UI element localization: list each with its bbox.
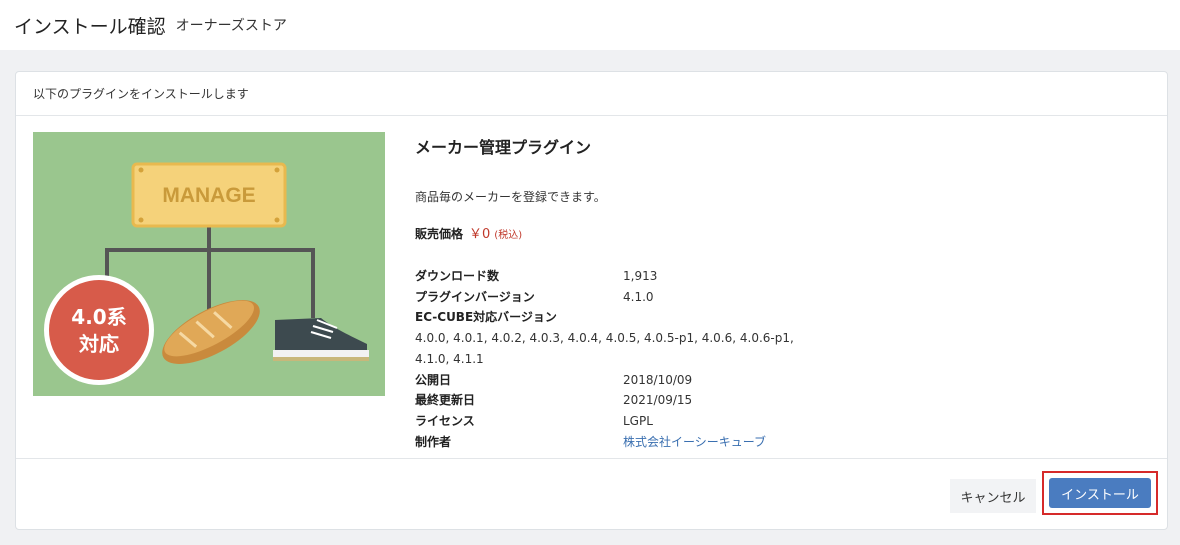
price-label: 販売価格 xyxy=(415,227,464,241)
card-heading: 以下のプラグインをインストールします xyxy=(16,72,1167,116)
plugin-info: メーカー管理プラグイン 商品毎のメーカーを登録できます。 販売価格 ￥0 (税込… xyxy=(415,134,835,452)
spec-row-eccube: EC-CUBE対応バージョン xyxy=(415,307,835,328)
author-link[interactable]: 株式会社イーシーキューブ xyxy=(623,432,766,453)
spec-row-updated: 最終更新日 2021/09/15 xyxy=(415,390,835,411)
version-badge xyxy=(49,280,149,380)
version-label: プラグインバージョン xyxy=(415,289,535,304)
plugin-name: メーカー管理プラグイン xyxy=(415,138,592,157)
eccube-versions-line1: 4.0.0, 4.0.1, 4.0.2, 4.0.3, 4.0.4, 4.0.5… xyxy=(415,331,794,346)
published-value: 2018/10/09 xyxy=(623,372,693,387)
install-button[interactable]: インストール xyxy=(1049,478,1151,508)
spec-row-downloads: ダウンロード数 1,913 xyxy=(415,266,835,287)
license-value: LGPL xyxy=(623,413,653,428)
version-value: 4.1.0 xyxy=(623,289,654,304)
updated-label: 最終更新日 xyxy=(415,393,476,408)
downloads-value: 1,913 xyxy=(623,269,658,283)
install-card: 以下のプラグインをインストールします MANAGE 4.0系 対応 メーカー管理… xyxy=(15,71,1168,530)
spec-row-published: 公開日 2018/10/09 xyxy=(415,370,835,391)
badge-line2: 対応 xyxy=(78,332,119,356)
price-tax-note: (税込) xyxy=(494,230,523,241)
sign-text: MANAGE xyxy=(162,184,255,207)
plugin-description: 商品毎のメーカーを登録できます。 xyxy=(415,190,606,204)
eccube-versions-line2: 4.1.0, 4.1.1 xyxy=(415,351,484,366)
spec-list: ダウンロード数 1,913 プラグインバージョン 4.1.0 EC-CUBE対応… xyxy=(415,266,835,452)
license-label: ライセンス xyxy=(415,413,475,428)
spec-row-author: 制作者 株式会社イーシーキューブ xyxy=(415,432,835,453)
price-value: ￥0 xyxy=(469,227,491,242)
page-subtitle: オーナーズストア xyxy=(175,18,287,34)
page-title: インストール確認 xyxy=(14,15,166,38)
plugin-thumbnail: MANAGE 4.0系 対応 xyxy=(33,132,385,396)
plugin-details-panel: MANAGE 4.0系 対応 メーカー管理プラグイン 商品毎のメーカーを登録でき… xyxy=(16,116,1167,459)
updated-value: 2021/09/15 xyxy=(623,393,693,408)
eccube-label: EC-CUBE対応バージョン xyxy=(415,310,557,325)
price-row: 販売価格 ￥0 (税込) xyxy=(415,223,835,242)
downloads-label: ダウンロード数 xyxy=(415,269,500,283)
plugin-illustration: MANAGE 4.0系 対応 xyxy=(44,162,369,385)
author-label: 制作者 xyxy=(415,434,452,449)
spec-row-version: プラグインバージョン 4.1.0 xyxy=(415,287,835,308)
install-button-highlight: インストール xyxy=(1042,471,1158,515)
badge-line1: 4.0系 xyxy=(71,305,126,329)
card-footer: キャンセル インストール xyxy=(16,459,1167,529)
spec-row-license: ライセンス LGPL xyxy=(415,411,835,432)
cancel-button[interactable]: キャンセル xyxy=(950,479,1036,513)
published-label: 公開日 xyxy=(415,372,452,387)
sneaker-icon xyxy=(273,318,369,361)
page-header: インストール確認 オーナーズストア xyxy=(0,0,1180,50)
